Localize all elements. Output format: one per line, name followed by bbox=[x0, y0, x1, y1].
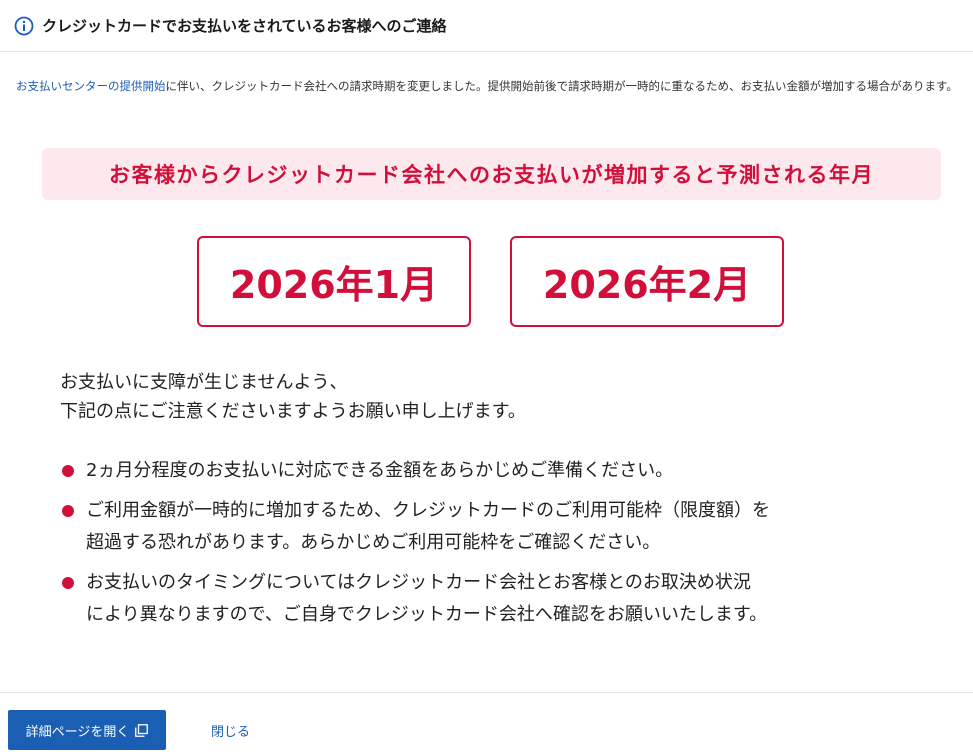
bullet-dot-icon bbox=[62, 505, 74, 517]
info-icon bbox=[14, 16, 34, 35]
list-item: お支払いのタイミングについてはクレジットカード会社とお客様とのお取決め状況 によ… bbox=[60, 567, 940, 631]
list-item-line: により異なりますので、ご自身でクレジットカード会社へ確認をお願いいたします。 bbox=[86, 604, 768, 625]
intro-paragraph: お支払いセンターの提供開始に伴い、クレジットカード会社への請求時期を変更しました… bbox=[16, 77, 964, 95]
bullet-dot-icon bbox=[62, 465, 74, 477]
date-label: 2026年2月 bbox=[542, 263, 752, 307]
intro-text: に伴い、クレジットカード会社への請求時期を変更しました。提供開始前後で請求時期が… bbox=[165, 79, 958, 93]
payment-center-link[interactable]: お支払いセンターの提供開始 bbox=[16, 79, 166, 93]
list-item: ご利用金額が一時的に増加するため、クレジットカードのご利用可能枠（限度額）を 超… bbox=[60, 495, 940, 559]
date-label: 2026年1月 bbox=[229, 263, 439, 307]
notice-line: 下記の点にご注意くださいますようお願い申し上げます。 bbox=[60, 401, 526, 422]
banner-text: お客様からクレジットカード会社へのお支払いが増加すると予測される年月 bbox=[109, 163, 874, 187]
caution-list: 2ヵ月分程度のお支払いに対応できる金額をあらかじめご準備ください。 ご利用金額が… bbox=[60, 455, 940, 639]
date-box-1: 2026年1月 bbox=[197, 236, 471, 327]
open-details-button[interactable]: 詳細ページを開く bbox=[8, 710, 166, 750]
external-link-icon bbox=[135, 723, 149, 737]
close-button[interactable]: 閉じる bbox=[211, 721, 250, 740]
dialog-title: クレジットカードでお支払いをされているお客様へのご連絡 bbox=[42, 17, 447, 35]
list-item-line: 超過する恐れがあります。あらかじめご利用可能枠をご確認ください。 bbox=[86, 532, 661, 553]
list-item-line: お支払いのタイミングについてはクレジットカード会社とお客様とのお取決め状況 bbox=[86, 572, 751, 593]
date-box-2: 2026年2月 bbox=[510, 236, 784, 327]
notice-text: お支払いに支障が生じませんよう、 下記の点にご注意くださいますようお願い申し上げ… bbox=[60, 368, 526, 426]
list-item-line: 2ヵ月分程度のお支払いに対応できる金額をあらかじめご準備ください。 bbox=[86, 460, 674, 481]
notice-line: お支払いに支障が生じませんよう、 bbox=[60, 372, 348, 393]
dialog-header: クレジットカードでお支払いをされているお客様へのご連絡 bbox=[0, 0, 973, 52]
dialog-footer: 詳細ページを開く 閉じる bbox=[0, 692, 973, 756]
bullet-dot-icon bbox=[62, 577, 74, 589]
list-item-line: ご利用金額が一時的に増加するため、クレジットカードのご利用可能枠（限度額）を bbox=[86, 500, 770, 521]
list-item: 2ヵ月分程度のお支払いに対応できる金額をあらかじめご準備ください。 bbox=[60, 455, 940, 487]
open-details-label: 詳細ページを開く bbox=[25, 724, 130, 740]
forecast-banner: お客様からクレジットカード会社へのお支払いが増加すると予測される年月 bbox=[42, 148, 941, 200]
notice-dialog: クレジットカードでお支払いをされているお客様へのご連絡 お支払いセンターの提供開… bbox=[0, 0, 973, 756]
